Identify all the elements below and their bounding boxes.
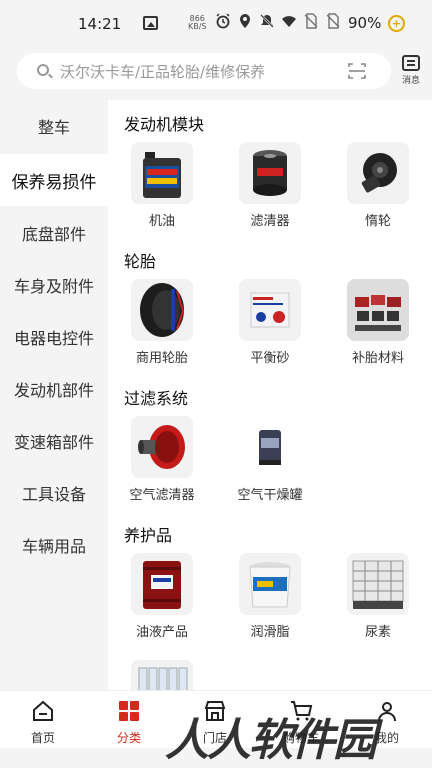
sidebar-item-vehicle-supplies[interactable]: 车辆用品 bbox=[0, 519, 108, 571]
oil-can-icon bbox=[131, 142, 193, 204]
tire-icon bbox=[131, 279, 193, 341]
balance-sand-box-icon bbox=[239, 279, 301, 341]
category-icon bbox=[119, 701, 139, 721]
sidebar-item-gearbox[interactable]: 变速箱部件 bbox=[0, 415, 108, 467]
product-label: 空气干燥罐 bbox=[237, 488, 303, 503]
product-tile-engine-oil[interactable]: 机油 bbox=[112, 142, 212, 229]
product-tile-grease[interactable]: 润滑脂 bbox=[220, 553, 320, 640]
section-title-care: 养护品 bbox=[124, 526, 173, 545]
section-title-engine: 发动机模块 bbox=[124, 115, 205, 134]
sidebar-item-label: 发动机部件 bbox=[13, 381, 94, 400]
idler-pulley-icon bbox=[347, 142, 409, 204]
sidebar-item-label: 车身及附件 bbox=[13, 277, 94, 296]
oil-drum-icon bbox=[131, 553, 193, 615]
watermark-text: 人人软件园 bbox=[165, 715, 377, 766]
tab-label: 分类 bbox=[116, 731, 141, 745]
sidebar-item-label: 保养易损件 bbox=[11, 172, 97, 193]
product-label: 机油 bbox=[148, 214, 175, 229]
message-icon bbox=[402, 55, 420, 71]
product-tile-urea[interactable]: 尿素 bbox=[328, 553, 428, 640]
sidebar-item-label: 变速箱部件 bbox=[13, 433, 94, 452]
no-sim-icon-2 bbox=[326, 13, 340, 29]
product-label: 油液产品 bbox=[135, 625, 188, 640]
tab-label: 首页 bbox=[30, 731, 55, 745]
sidebar-item-chassis[interactable]: 底盘部件 bbox=[0, 207, 108, 259]
category-content: 发动机模块 机油 滤清器 惰轮 轮胎 商用轮胎 平衡砂 补胎材料 过滤系统 空气… bbox=[108, 100, 432, 690]
search-icon bbox=[37, 64, 49, 76]
sidebar-item-label: 电器电控件 bbox=[13, 329, 94, 348]
home-icon bbox=[33, 700, 53, 721]
product-label: 商用轮胎 bbox=[135, 351, 188, 366]
product-tile-idler[interactable]: 惰轮 bbox=[328, 142, 428, 229]
message-button[interactable]: 消息 bbox=[396, 53, 426, 91]
search-input[interactable]: 沃尔沃卡车/正品轮胎/维修保养 bbox=[60, 61, 265, 82]
alarm-icon bbox=[216, 13, 230, 29]
sidebar-item-label: 工具设备 bbox=[21, 485, 86, 504]
sidebar-item-label: 车辆用品 bbox=[21, 537, 86, 556]
grease-bucket-icon bbox=[239, 553, 301, 615]
status-time: 14:21 bbox=[78, 15, 122, 33]
status-bar: 14:21 866 KB/S 90% + bbox=[0, 0, 432, 48]
sidebar-item-electrical[interactable]: 电器电控件 bbox=[0, 311, 108, 363]
product-label: 尿素 bbox=[364, 625, 391, 640]
sidebar-item-maintenance-parts[interactable]: 保养易损件 bbox=[0, 154, 108, 206]
category-sidebar: 整车 保养易损件 底盘部件 车身及附件 电器电控件 发动机部件 变速箱部件 工具… bbox=[0, 100, 108, 690]
product-tile-filter[interactable]: 滤清器 bbox=[220, 142, 320, 229]
location-icon bbox=[240, 14, 250, 28]
product-label: 惰轮 bbox=[364, 214, 391, 229]
sealant-tubes-icon bbox=[131, 660, 193, 690]
product-tile-sealant[interactable] bbox=[112, 660, 212, 690]
product-label: 润滑脂 bbox=[250, 625, 290, 640]
sidebar-item-label: 底盘部件 bbox=[21, 225, 86, 244]
product-tile-commercial-tire[interactable]: 商用轮胎 bbox=[112, 279, 212, 366]
section-title-tires: 轮胎 bbox=[124, 252, 157, 271]
tab-home[interactable]: 首页 bbox=[0, 699, 86, 746]
no-sim-icon-1 bbox=[304, 13, 318, 29]
product-tile-air-dryer[interactable]: 空气干燥罐 bbox=[220, 416, 320, 503]
battery-level: 90% bbox=[348, 14, 382, 32]
network-speed-unit: KB/S bbox=[188, 22, 207, 31]
product-label: 补胎材料 bbox=[351, 351, 404, 366]
profile-icon bbox=[378, 702, 396, 722]
charging-icon: + bbox=[388, 15, 405, 32]
air-filter-icon bbox=[131, 416, 193, 478]
scan-icon[interactable] bbox=[348, 62, 366, 80]
network-speed: 866 KB/S bbox=[188, 15, 207, 31]
sidebar-item-engine[interactable]: 发动机部件 bbox=[0, 363, 108, 415]
message-label: 消息 bbox=[401, 76, 420, 86]
wifi-icon bbox=[282, 16, 296, 27]
tire-patch-kit-icon bbox=[347, 279, 409, 341]
oil-filter-icon bbox=[239, 142, 301, 204]
urea-tank-icon bbox=[347, 553, 409, 615]
product-label: 平衡砂 bbox=[250, 351, 290, 366]
section-title-filtration: 过滤系统 bbox=[124, 389, 189, 408]
air-dryer-icon bbox=[239, 416, 301, 478]
product-label: 滤清器 bbox=[250, 214, 290, 229]
product-tile-air-filter[interactable]: 空气滤清器 bbox=[112, 416, 212, 503]
product-tile-balance-sand[interactable]: 平衡砂 bbox=[220, 279, 320, 366]
status-icons bbox=[215, 13, 341, 29]
gallery-icon bbox=[143, 16, 158, 30]
sidebar-item-body[interactable]: 车身及附件 bbox=[0, 259, 108, 311]
sidebar-item-vehicle[interactable]: 整车 bbox=[0, 100, 108, 152]
product-tile-oil-products[interactable]: 油液产品 bbox=[112, 553, 212, 640]
product-tile-tire-patch[interactable]: 补胎材料 bbox=[328, 279, 428, 366]
product-label: 空气滤清器 bbox=[129, 488, 195, 503]
mute-icon bbox=[260, 14, 274, 28]
sidebar-item-tools[interactable]: 工具设备 bbox=[0, 467, 108, 519]
sidebar-item-label: 整车 bbox=[37, 118, 70, 137]
tab-category[interactable]: 分类 bbox=[86, 699, 172, 746]
search-bar[interactable]: 沃尔沃卡车/正品轮胎/维修保养 bbox=[17, 53, 391, 89]
